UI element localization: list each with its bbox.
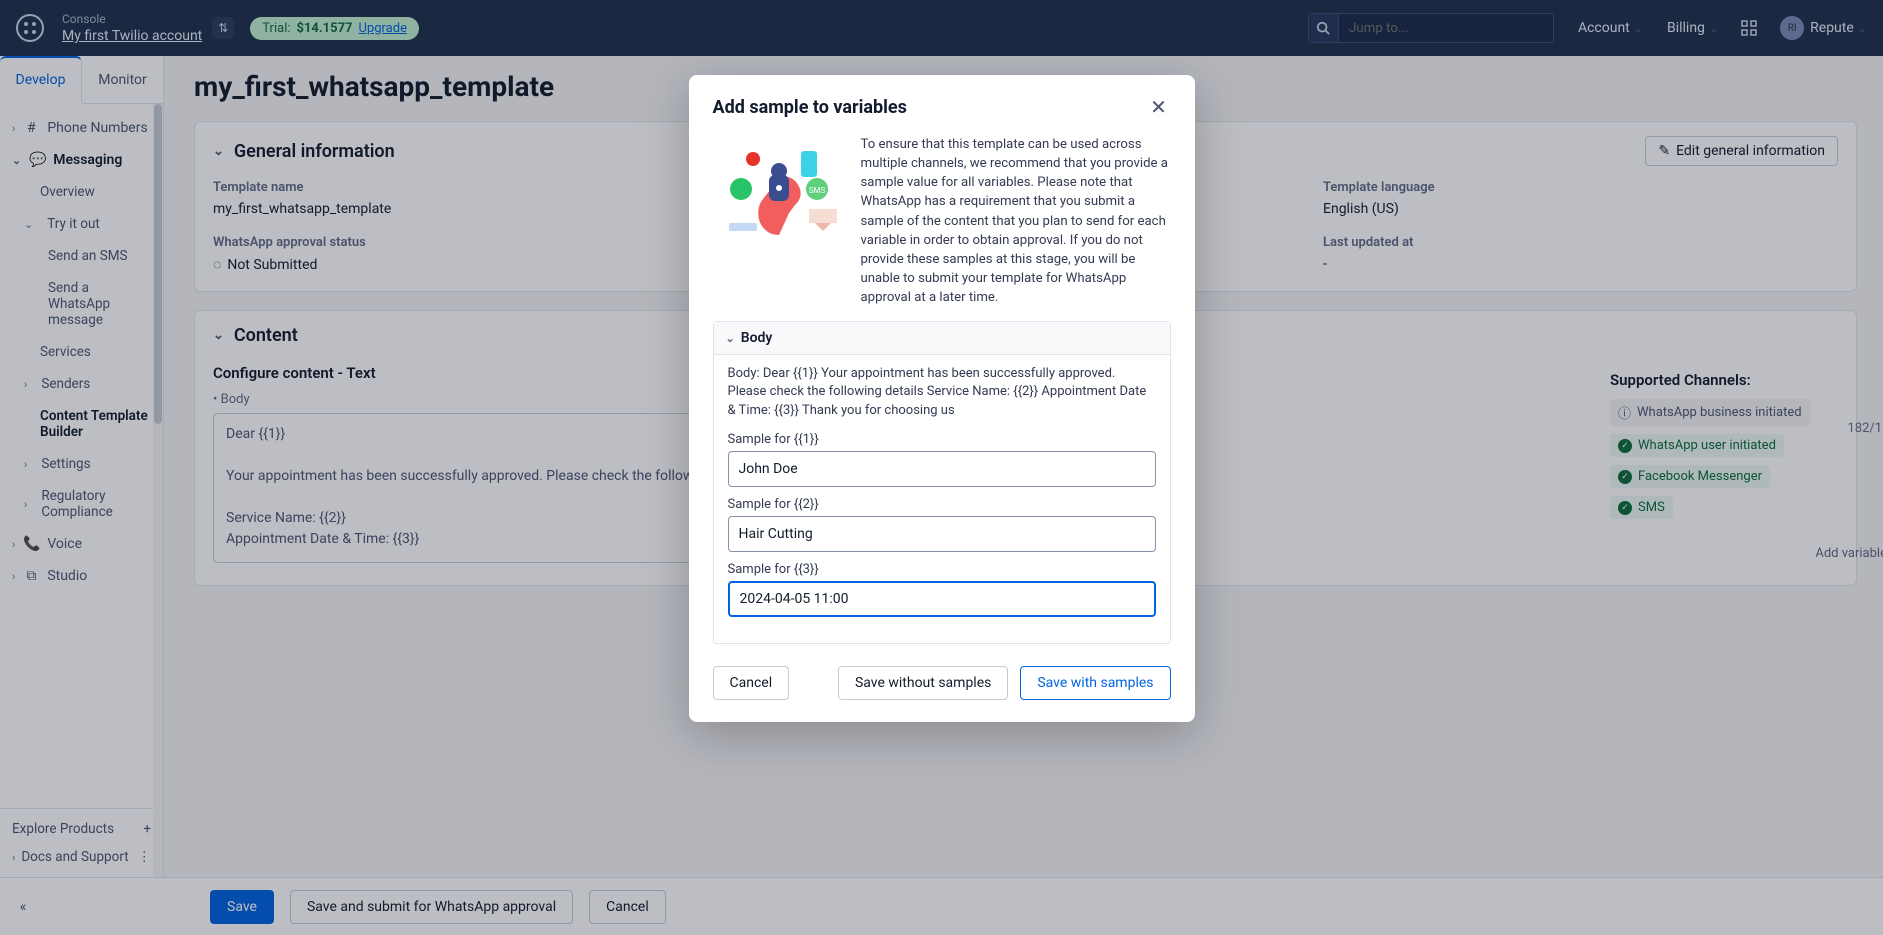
svg-text:SMS: SMS xyxy=(808,186,825,195)
sample-2-label: Sample for {{2}} xyxy=(728,497,1156,512)
sample-1-label: Sample for {{1}} xyxy=(728,432,1156,447)
sample-2-input[interactable] xyxy=(728,516,1156,552)
modal-title: Add sample to variables xyxy=(713,97,907,118)
sample-1-input[interactable] xyxy=(728,451,1156,487)
chevron-down-icon: ⌄ xyxy=(726,332,735,345)
body-accordion-toggle[interactable]: ⌄Body xyxy=(714,322,1170,355)
add-sample-modal: Add sample to variables ✕ SMS To ensure … xyxy=(689,75,1195,722)
close-icon[interactable]: ✕ xyxy=(1147,95,1171,119)
sample-3-input[interactable] xyxy=(728,581,1156,617)
body-preview-text: Body: Dear {{1}} Your appointment has be… xyxy=(728,365,1156,420)
save-with-samples-button[interactable]: Save with samples xyxy=(1020,666,1170,700)
save-without-samples-button[interactable]: Save without samples xyxy=(838,666,1008,700)
illustration: SMS xyxy=(713,135,845,253)
sample-3-label: Sample for {{3}} xyxy=(728,562,1156,577)
modal-cancel-button[interactable]: Cancel xyxy=(713,666,790,700)
modal-intro-text: To ensure that this template can be used… xyxy=(861,135,1171,307)
body-accordion: ⌄Body Body: Dear {{1}} Your appointment … xyxy=(713,321,1171,644)
